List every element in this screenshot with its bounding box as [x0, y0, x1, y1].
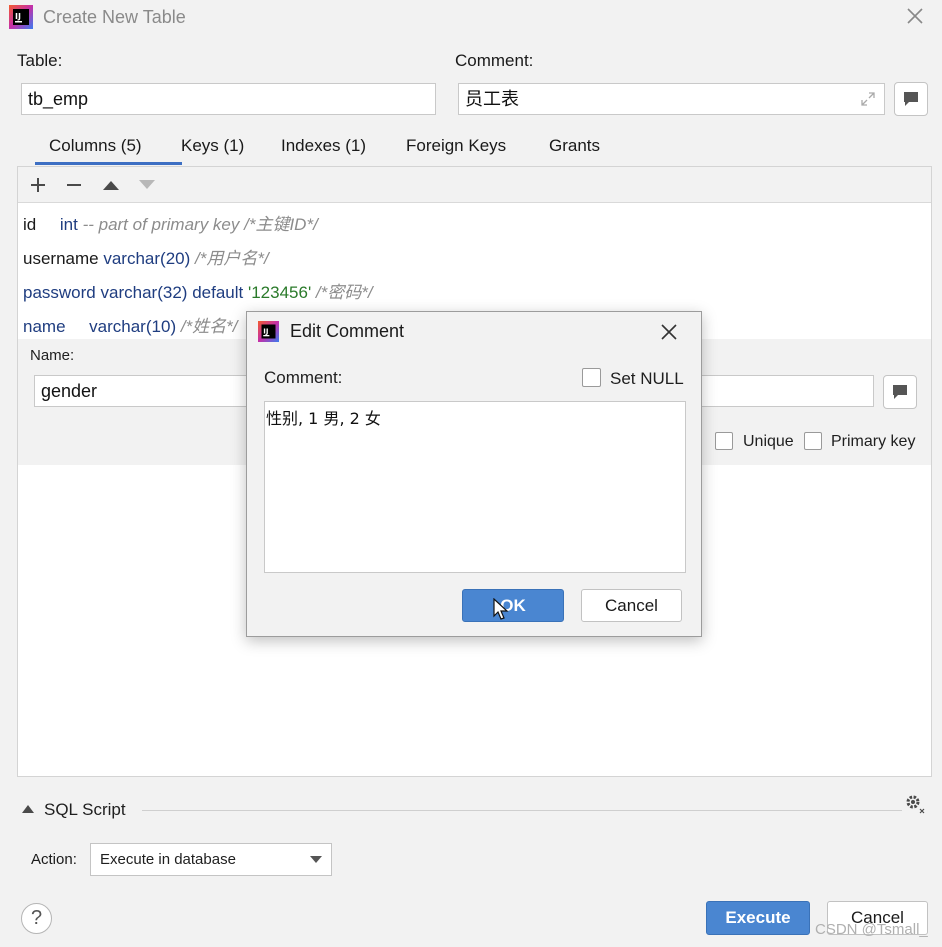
column-row-username[interactable]: username varchar(20) /*用户名*/ [23, 244, 269, 269]
divider [142, 810, 902, 811]
table-comment-input[interactable]: 员工表 [458, 83, 885, 115]
add-column-button[interactable] [27, 175, 49, 195]
column-row-password[interactable]: password varchar(32) default '123456' /*… [23, 278, 373, 303]
close-icon[interactable] [660, 323, 678, 341]
expand-icon[interactable] [860, 91, 876, 107]
column-row-name[interactable]: name varchar(10) /*姓名*/ [23, 312, 238, 337]
sql-script-label[interactable]: SQL Script [44, 800, 126, 820]
active-tab-indicator [35, 162, 182, 165]
columns-toolbar [18, 167, 931, 203]
comment-textarea[interactable]: 性别, 1 男, 2 女 [264, 401, 686, 573]
app-logo-icon: IJ [9, 5, 33, 29]
comment-icon [904, 92, 918, 106]
dialog-comment-label: Comment: [264, 368, 343, 387]
svg-text:IJ: IJ [15, 12, 21, 21]
comment-icon [893, 385, 907, 399]
move-up-button[interactable] [100, 175, 122, 195]
close-icon[interactable] [904, 5, 926, 27]
gear-icon[interactable] [904, 793, 926, 815]
chevron-down-icon [310, 856, 322, 863]
action-select[interactable]: Execute in database [90, 843, 332, 876]
help-button[interactable]: ? [21, 903, 52, 934]
column-name-label: Name: [30, 347, 75, 364]
watermark: CSDN @Tsmall_ [815, 921, 928, 938]
comment-label: Comment: [455, 51, 534, 70]
arrow-up-icon [103, 181, 119, 190]
mouse-cursor-icon [493, 598, 509, 620]
tab-foreign-keys[interactable]: Foreign Keys [406, 136, 506, 156]
tab-columns[interactable]: Columns (5) [49, 136, 142, 156]
dialog-title: Edit Comment [290, 321, 405, 341]
unique-checkbox[interactable] [715, 432, 733, 450]
execute-button[interactable]: Execute [706, 901, 810, 935]
remove-column-button[interactable] [63, 175, 85, 195]
move-down-button[interactable] [136, 175, 158, 195]
table-name-input[interactable]: tb_emp [21, 83, 436, 115]
tab-grants[interactable]: Grants [549, 136, 600, 156]
primary-key-checkbox[interactable] [804, 432, 822, 450]
minus-icon [67, 184, 81, 186]
column-row-id[interactable]: id int -- part of primary key /*主键ID*/ [23, 210, 318, 235]
tab-bar: Columns (5) Keys (1) Indexes (1) Foreign… [17, 130, 917, 166]
dialog-cancel-button[interactable]: Cancel [581, 589, 682, 622]
collapse-arrow-icon[interactable] [22, 804, 34, 813]
action-label: Action: [31, 851, 77, 868]
edit-comment-dialog: IJ Edit Comment Comment: Set NULL 性别, 1 … [246, 311, 702, 637]
svg-text:IJ: IJ [263, 327, 268, 335]
plus-icon [31, 178, 45, 192]
set-null-checkbox[interactable] [582, 368, 601, 387]
sql-script-section: SQL Script [17, 793, 932, 824]
window-title: Create New Table [43, 7, 186, 27]
column-comment-button[interactable] [883, 375, 917, 409]
arrow-down-icon [139, 180, 155, 189]
app-logo-icon: IJ [258, 321, 279, 342]
set-null-label: Set NULL [610, 369, 684, 388]
title-bar: IJ Create New Table [0, 0, 942, 36]
action-select-value: Execute in database [100, 851, 236, 868]
primary-key-label: Primary key [831, 433, 916, 450]
tab-indexes[interactable]: Indexes (1) [281, 136, 366, 156]
comment-editor-button[interactable] [894, 82, 928, 116]
table-comment-value: 员工表 [465, 89, 519, 109]
tab-keys[interactable]: Keys (1) [181, 136, 244, 156]
table-label: Table: [17, 51, 63, 70]
ok-button[interactable]: OK [462, 589, 564, 622]
unique-label: Unique [743, 433, 794, 450]
